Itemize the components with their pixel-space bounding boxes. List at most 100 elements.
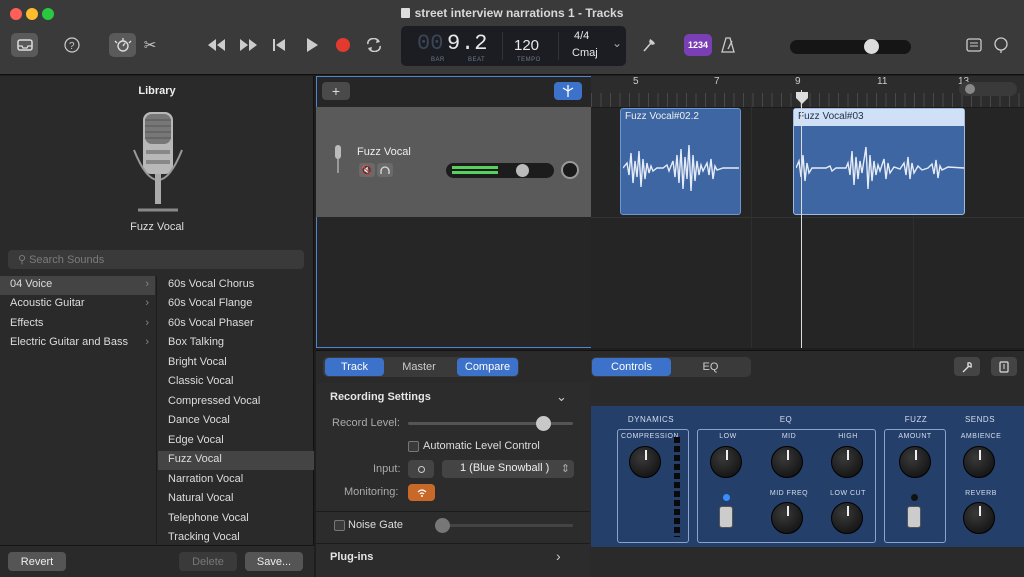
noise-gate-slider[interactable] (435, 518, 573, 533)
lcd-tempo[interactable]: 120 (514, 37, 539, 54)
fuzz-toggle-switch[interactable] (907, 506, 921, 528)
patch-item[interactable]: Classic Vocal (158, 373, 314, 392)
region-name: Fuzz Vocal#02.2 (625, 111, 699, 122)
low-cut-label: LOW CUT (830, 490, 866, 497)
patch-item[interactable]: Edge Vocal (158, 432, 314, 451)
patch-item[interactable]: Dance Vocal (158, 412, 314, 431)
revert-button[interactable]: Revert (8, 552, 66, 571)
zoom-slider[interactable] (959, 82, 1017, 96)
fast-forward-icon[interactable] (238, 36, 260, 54)
patch-item[interactable]: Natural Vocal (158, 490, 314, 509)
lcd-menu-chevron-icon[interactable]: ⌄ (612, 36, 622, 50)
master-volume-knob[interactable] (864, 39, 879, 54)
tuner-icon[interactable] (639, 35, 659, 55)
wrench-icon[interactable] (954, 357, 980, 376)
high-knob[interactable] (831, 446, 863, 478)
patch-item[interactable]: Tracking Vocal (158, 529, 314, 545)
search-placeholder: Search Sounds (29, 254, 105, 266)
category-item[interactable]: Acoustic Guitar › (0, 295, 155, 314)
category-item[interactable]: Effects › (0, 315, 155, 334)
playhead[interactable] (801, 90, 802, 348)
tab-controls[interactable]: Controls (592, 358, 671, 376)
category-item[interactable]: 04 Voice › (0, 276, 155, 295)
input-mono-button[interactable] (408, 460, 434, 478)
headphones-icon[interactable] (377, 163, 393, 177)
mono-circle-icon (417, 465, 425, 473)
microphone-icon (128, 110, 188, 215)
patch-item-selected[interactable]: Fuzz Vocal (158, 451, 314, 470)
chevron-down-icon[interactable]: ⌄ (556, 389, 567, 405)
chevron-right-icon[interactable]: › (556, 548, 561, 564)
noise-gate-knob[interactable] (435, 518, 450, 533)
go-to-beginning-icon[interactable] (270, 36, 288, 54)
mid-freq-knob[interactable] (771, 502, 803, 534)
count-in-button[interactable]: 1234 (684, 34, 712, 56)
ruler-bar-number: 11 (877, 76, 888, 87)
scissors-icon[interactable]: ✂ (141, 36, 159, 54)
track-volume-slider[interactable] (446, 163, 554, 178)
tab-track[interactable]: Track (325, 358, 384, 376)
notepad-icon[interactable] (965, 36, 983, 54)
zoom-slider-knob[interactable] (965, 84, 975, 94)
reverb-knob[interactable] (963, 502, 995, 534)
track-name[interactable]: Fuzz Vocal (357, 146, 411, 158)
play-icon[interactable] (303, 36, 321, 54)
auto-level-label: Automatic Level Control (423, 440, 540, 452)
delete-button[interactable]: Delete (179, 552, 237, 571)
category-item[interactable]: Electric Guitar and Bass › (0, 334, 155, 353)
auto-level-checkbox[interactable] (408, 441, 419, 452)
fuzz-amount-knob[interactable] (899, 446, 931, 478)
patch-item[interactable]: 60s Vocal Flange (158, 295, 314, 314)
input-select[interactable]: 1 (Blue Snowball ) ⇕ (442, 460, 574, 478)
add-track-button[interactable]: + (322, 82, 350, 100)
track-volume-knob[interactable] (516, 164, 529, 177)
eq-toggle-switch[interactable] (719, 506, 733, 528)
mute-icon[interactable]: 🔇 (359, 163, 375, 177)
rewind-icon[interactable] (205, 36, 227, 54)
audio-region[interactable]: Fuzz Vocal#03 (793, 108, 965, 215)
noise-gate-checkbox[interactable] (334, 520, 345, 531)
tab-compare[interactable]: Compare (457, 358, 518, 376)
master-volume-slider[interactable] (790, 39, 911, 54)
monitoring-button[interactable] (408, 484, 435, 501)
library-icon[interactable] (11, 33, 38, 57)
record-icon[interactable] (334, 36, 352, 54)
record-level-knob[interactable] (536, 416, 551, 431)
smart-tempo-button[interactable] (554, 82, 582, 100)
updown-chevron-icon: ⇕ (560, 463, 570, 475)
metronome-icon[interactable] (718, 35, 738, 55)
mid-knob[interactable] (771, 446, 803, 478)
smart-controls-icon[interactable] (109, 33, 136, 57)
patch-item[interactable]: Telephone Vocal (158, 510, 314, 529)
document-icon (400, 8, 410, 18)
tab-master[interactable]: Master (388, 358, 450, 376)
low-cut-knob[interactable] (831, 502, 863, 534)
lcd-time-signature[interactable]: 4/4 (574, 30, 589, 42)
help-icon[interactable]: ? (62, 35, 82, 55)
patch-item[interactable]: Compressed Vocal (158, 393, 314, 412)
pan-knob[interactable] (561, 161, 579, 179)
tab-eq[interactable]: EQ (671, 358, 750, 376)
plugins-header[interactable]: Plug-ins (330, 551, 373, 563)
cycle-icon[interactable] (364, 36, 384, 54)
mid-freq-label: MID FREQ (769, 490, 809, 497)
compression-knob[interactable] (629, 446, 661, 478)
plugin-panel: DYNAMICS COMPRESSION EQ LOW MID HIGH MID… (591, 406, 1024, 547)
plugin-view-icon[interactable] (991, 357, 1017, 376)
lcd-display[interactable]: 00 9 .2 BAR BEAT 120 TEMPO 4/4 Cmaj ⌄ (401, 26, 626, 66)
low-knob[interactable] (710, 446, 742, 478)
record-level-slider[interactable] (408, 416, 573, 431)
patch-item[interactable]: Box Talking (158, 334, 314, 353)
patch-item[interactable]: 60s Vocal Chorus (158, 276, 314, 295)
loop-browser-icon[interactable] (992, 36, 1010, 54)
track-header-row[interactable]: Fuzz Vocal 🔇 (316, 107, 591, 217)
recording-settings-header[interactable]: Recording Settings (330, 391, 431, 403)
patch-item[interactable]: 60s Vocal Phaser (158, 315, 314, 334)
patch-item[interactable]: Bright Vocal (158, 354, 314, 373)
search-input[interactable]: ⚲ Search Sounds (8, 250, 304, 269)
lcd-key[interactable]: Cmaj (572, 47, 598, 59)
patch-item[interactable]: Narration Vocal (158, 471, 314, 490)
save-button[interactable]: Save... (245, 552, 303, 571)
ambience-knob[interactable] (963, 446, 995, 478)
audio-region[interactable]: Fuzz Vocal#02.2 (620, 108, 741, 215)
